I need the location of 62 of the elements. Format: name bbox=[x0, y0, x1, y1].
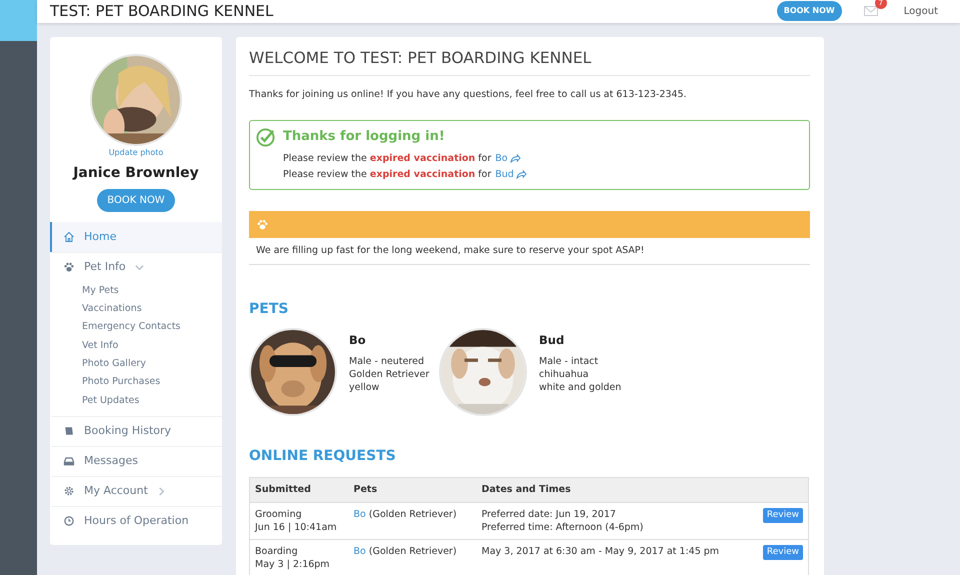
submenu-item[interactable]: Vet Info bbox=[50, 336, 222, 355]
submenu-item[interactable]: My Pets bbox=[50, 282, 222, 300]
update-photo-link[interactable]: Update photo bbox=[108, 148, 164, 156]
pet-detail: Golden Retriever bbox=[349, 368, 430, 382]
gear-icon bbox=[63, 485, 75, 498]
alert-message: Please review the expired vaccination for bbox=[283, 152, 492, 166]
inbox-icon bbox=[63, 455, 75, 468]
submenu-item[interactable]: Photo Gallery bbox=[50, 354, 222, 374]
share-arrow-icon bbox=[510, 154, 521, 164]
submenu-item[interactable]: Pet Updates bbox=[50, 392, 222, 410]
mail-icon bbox=[864, 6, 878, 16]
share-arrow-icon bbox=[516, 170, 527, 180]
pet-detail: yellow bbox=[349, 381, 380, 394]
column-header: Pets bbox=[348, 478, 476, 503]
column-header: Dates and Times bbox=[476, 478, 752, 503]
page-title: WELCOME TO TEST: PET BOARDING KENNEL bbox=[249, 48, 810, 76]
section-heading: ONLINE REQUESTS bbox=[249, 447, 397, 466]
table-cell: Grooming Jun 16 | 10:41am bbox=[250, 502, 348, 540]
sidebar-item[interactable]: Home bbox=[50, 222, 222, 252]
sidebar-item[interactable]: My Account bbox=[50, 476, 222, 506]
pet-detail: chihuahua bbox=[539, 368, 590, 382]
check-circle-icon bbox=[256, 128, 275, 147]
pet-detail: Male - intact bbox=[539, 355, 600, 368]
book-now-button[interactable]: BOOK NOW bbox=[97, 188, 175, 212]
alert-message: Please review the expired vaccination for bbox=[283, 168, 492, 182]
table-cell: Preferred date: Jun 19, 2017 Preferred time: Afternoon (4-6pm) bbox=[476, 502, 752, 540]
user-name: Janice Brownley bbox=[72, 164, 200, 183]
sidebar-item[interactable]: Pet Info bbox=[50, 252, 222, 282]
table-cell: May 3, 2017 at 6:30 am - May 9, 2017 at 1:45 pm bbox=[476, 540, 752, 575]
home-icon bbox=[63, 230, 75, 243]
pet-link[interactable]: Bo bbox=[354, 509, 366, 520]
table-cell: (Golden Retriever) bbox=[368, 546, 457, 558]
submenu-item[interactable]: Photo Purchases bbox=[50, 373, 222, 392]
pet-name: Bo bbox=[349, 332, 367, 350]
submenu-item[interactable]: Vaccinations bbox=[50, 300, 222, 318]
pet-detail: Male - neutered bbox=[349, 355, 425, 368]
alert-title: Thanks for logging in! bbox=[283, 128, 445, 146]
review-button[interactable]: Review bbox=[762, 545, 803, 560]
sidebar-item[interactable]: Booking History bbox=[50, 416, 222, 446]
pet-link[interactable]: Bo bbox=[495, 150, 508, 167]
paw-icon bbox=[63, 261, 75, 274]
section-heading: PETS bbox=[249, 300, 290, 320]
brand-block bbox=[0, 0, 37, 41]
welcome-text: Thanks for joining us online! If you have any questions, feel free to call us at 613-123-2345. bbox=[249, 88, 688, 102]
sidebar-item[interactable]: Hours of Operation bbox=[50, 506, 222, 536]
table-cell: Boarding May 3 | 2:16pm bbox=[250, 540, 348, 575]
pet-link[interactable]: Bud bbox=[495, 166, 514, 183]
paw-icon bbox=[256, 218, 269, 231]
clock-icon bbox=[63, 515, 75, 528]
book-now-button[interactable]: BOOK NOW bbox=[776, 1, 842, 22]
notice-text: We are filling up fast for the long weekend, make sure to reserve your spot ASAP! bbox=[249, 238, 810, 266]
table-cell: (Golden Retriever) bbox=[368, 509, 457, 520]
submenu-item[interactable]: Emergency Contacts bbox=[50, 318, 222, 337]
app-title: TEST: PET BOARDING KENNEL bbox=[50, 1, 274, 22]
book-icon bbox=[63, 425, 75, 438]
pet-link[interactable]: Bo bbox=[354, 546, 366, 558]
sidebar-item[interactable]: Messages bbox=[50, 446, 222, 476]
logout-link[interactable]: Logout bbox=[904, 4, 938, 19]
review-button[interactable]: Review bbox=[762, 508, 803, 524]
pet-name: Bud bbox=[539, 332, 566, 350]
pet-detail: white and golden bbox=[539, 381, 622, 394]
column-header: Submitted bbox=[250, 478, 348, 503]
